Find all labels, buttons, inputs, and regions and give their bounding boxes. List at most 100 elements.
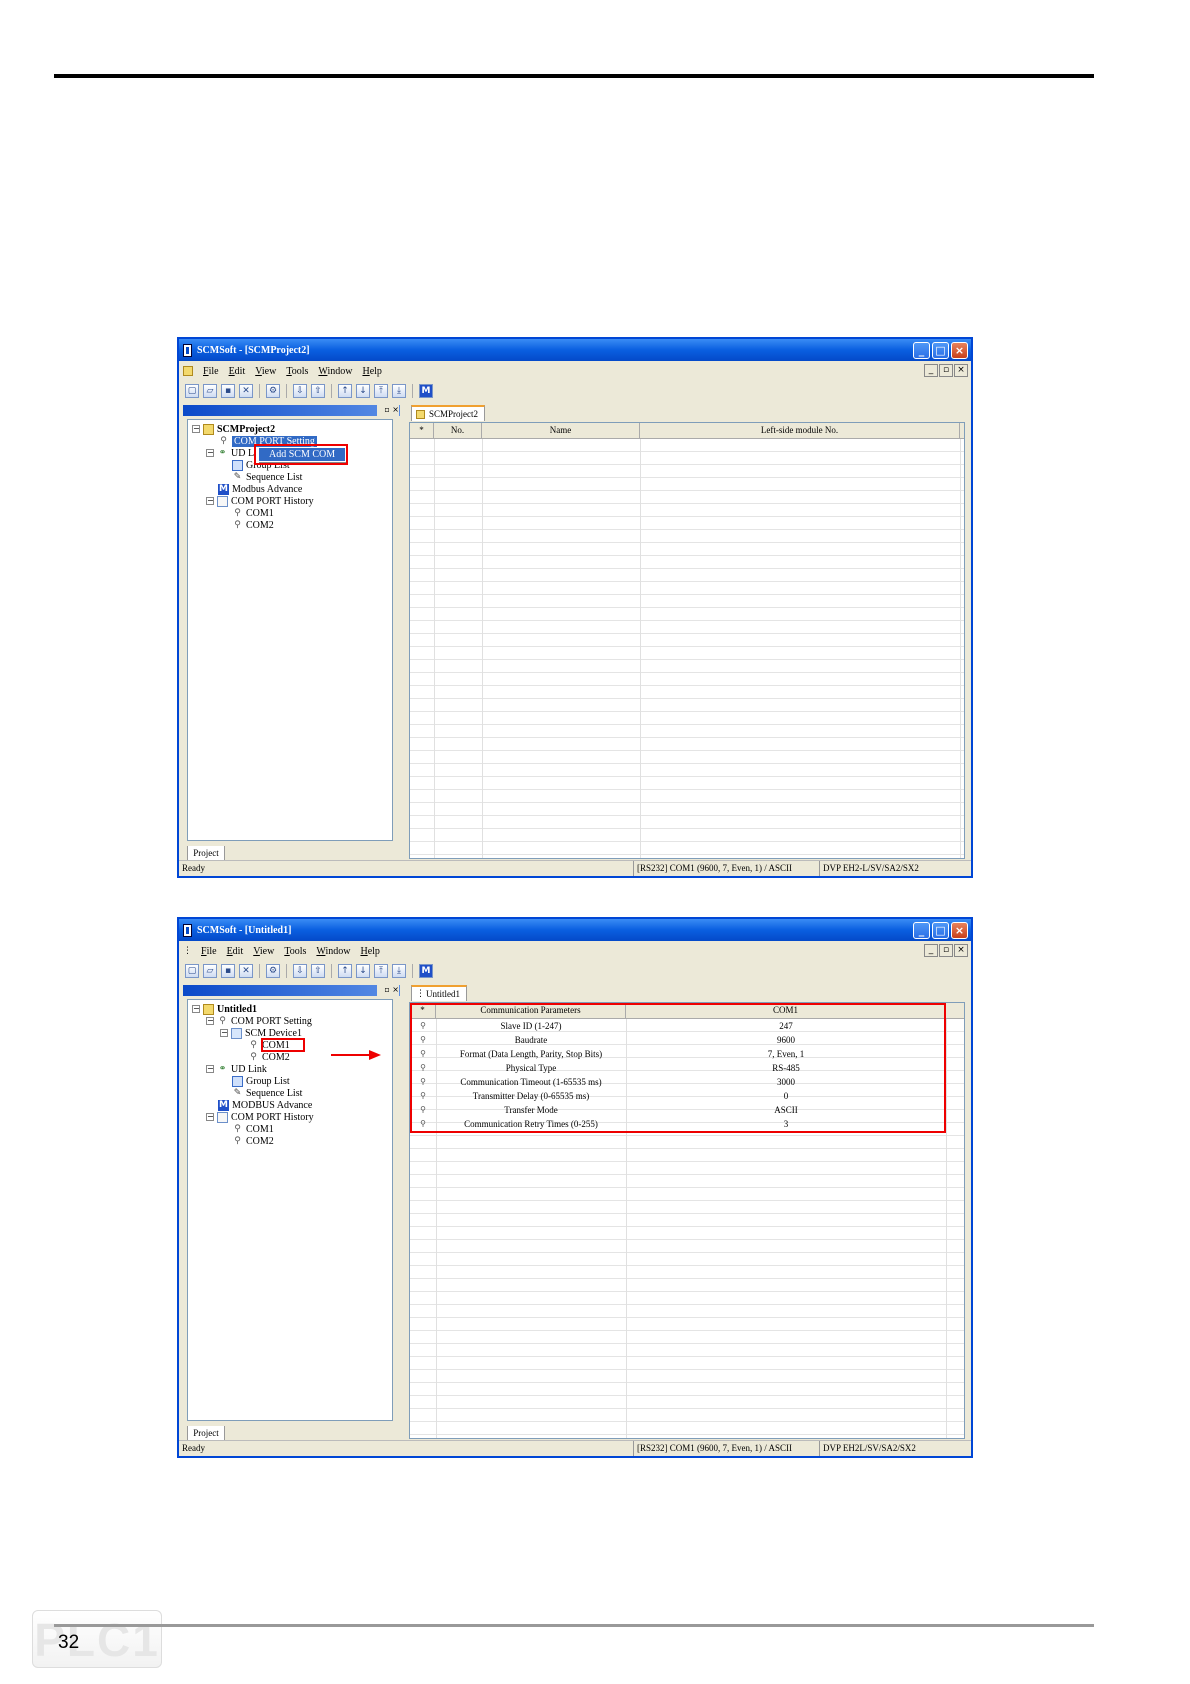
- tree-group-list[interactable]: Group List: [232, 1075, 290, 1087]
- menu-edit[interactable]: Edit: [229, 366, 246, 377]
- pane-close-icon[interactable]: ▫ ×: [377, 405, 399, 416]
- callout-box-com1: [261, 1038, 305, 1052]
- move-bottom-icon[interactable]: ⤓: [392, 963, 406, 978]
- collapse-icon[interactable]: −: [220, 1029, 228, 1037]
- modbus-icon[interactable]: M: [419, 963, 433, 978]
- collapse-icon[interactable]: −: [206, 497, 214, 505]
- move-top-icon[interactable]: ⤒: [374, 963, 388, 978]
- new-icon[interactable]: ▢: [185, 383, 199, 398]
- status-bar: Ready [RS232] COM1 (9600, 7, Even, 1) / …: [179, 1440, 971, 1456]
- new-icon[interactable]: ▢: [185, 963, 199, 978]
- tree-root[interactable]: − SCMProject2: [192, 423, 275, 435]
- save-icon[interactable]: ▪: [221, 383, 235, 398]
- doc-tab[interactable]: SCMProject2: [411, 405, 486, 421]
- tree-history-com1[interactable]: ⚲ COM1: [232, 507, 274, 519]
- save-icon[interactable]: ▪: [221, 963, 235, 978]
- grip-icon: ⋮: [183, 945, 192, 956]
- grip-icon: ⋮: [416, 988, 425, 999]
- pane-close-icon[interactable]: ▫ ×: [377, 985, 399, 996]
- maximize-button[interactable]: □: [932, 342, 949, 359]
- tree-history-com2[interactable]: ⚲ COM2: [232, 519, 274, 531]
- collapse-icon[interactable]: −: [192, 1005, 200, 1013]
- watermark-logo: PLC1: [32, 1610, 162, 1668]
- col-left-side-module: Left-side module No.: [640, 423, 960, 438]
- menu-file[interactable]: File: [201, 946, 217, 957]
- mdi-minimize-button[interactable]: _: [924, 364, 938, 377]
- collapse-icon[interactable]: −: [192, 425, 200, 433]
- menu-window[interactable]: Window: [318, 366, 352, 377]
- modbus-icon[interactable]: M: [419, 383, 433, 398]
- maximize-button[interactable]: □: [932, 922, 949, 939]
- tree-sequence-list[interactable]: ✎ Sequence List: [232, 1087, 303, 1099]
- tree-history-com1[interactable]: ⚲ COM1: [232, 1123, 274, 1135]
- settings-icon[interactable]: ⚙: [266, 963, 280, 978]
- menu-file[interactable]: File: [203, 366, 219, 377]
- mdi-restore-button[interactable]: ▫: [939, 944, 953, 957]
- window-title: SCMSoft - [Untitled1]: [197, 924, 292, 936]
- doc-tab[interactable]: ⋮ Untitled1: [411, 985, 467, 1001]
- status-port: [RS232] COM1 (9600, 7, Even, 1) / ASCII: [633, 861, 792, 876]
- tree-ud-link[interactable]: − ⚭ UD Link: [206, 1063, 267, 1075]
- port-icon: ⚲: [250, 1039, 257, 1050]
- port-icon: ⚲: [234, 1123, 241, 1134]
- mdi-close-button[interactable]: ×: [954, 364, 968, 377]
- collapse-icon[interactable]: −: [206, 1017, 214, 1025]
- close-button[interactable]: ×: [951, 922, 968, 939]
- menu-edit[interactable]: Edit: [227, 946, 244, 957]
- menu-help[interactable]: Help: [362, 366, 381, 377]
- tree-root[interactable]: − Untitled1: [192, 1003, 257, 1015]
- tree-history[interactable]: − COM PORT History: [206, 1111, 314, 1123]
- close-button[interactable]: ×: [951, 342, 968, 359]
- upload-icon[interactable]: ⇧: [311, 963, 325, 978]
- move-top-icon[interactable]: ⤒: [374, 383, 388, 398]
- minimize-button[interactable]: _: [913, 342, 930, 359]
- delete-icon[interactable]: ✕: [239, 963, 253, 978]
- download-icon[interactable]: ⇩: [293, 383, 307, 398]
- tree-history-com2[interactable]: ⚲ COM2: [232, 1135, 274, 1147]
- title-bar[interactable]: SCMSoft - [Untitled1] _ □ ×: [179, 919, 971, 941]
- parameter-grid: * Communication Parameters COM1 ⚲ Slave I…: [409, 1002, 965, 1439]
- settings-icon[interactable]: ⚙: [266, 383, 280, 398]
- open-icon[interactable]: ▱: [203, 383, 217, 398]
- collapse-icon[interactable]: −: [206, 1065, 214, 1073]
- col-no: No.: [434, 423, 482, 438]
- document-pane: ⋮ Untitled1 * Communication Parameters CO…: [405, 985, 971, 1441]
- title-bar[interactable]: SCMSoft - [SCMProject2] _ □ ×: [179, 339, 971, 361]
- app-icon: [183, 343, 192, 357]
- col-name: Name: [482, 423, 640, 438]
- move-bottom-icon[interactable]: ⤓: [392, 383, 406, 398]
- tree-com-port-setting[interactable]: − ⚲ COM PORT Setting: [206, 1015, 312, 1027]
- mdi-close-button[interactable]: ×: [954, 944, 968, 957]
- move-down-icon[interactable]: ↓: [356, 383, 370, 398]
- menu-tools[interactable]: Tools: [286, 366, 308, 377]
- tree-history[interactable]: − COM PORT History: [206, 495, 314, 507]
- minimize-button[interactable]: _: [913, 922, 930, 939]
- move-up-icon[interactable]: ↑: [338, 383, 352, 398]
- open-icon[interactable]: ▱: [203, 963, 217, 978]
- menu-tools[interactable]: Tools: [284, 946, 306, 957]
- download-icon[interactable]: ⇩: [293, 963, 307, 978]
- move-up-icon[interactable]: ↑: [338, 963, 352, 978]
- move-down-icon[interactable]: ↓: [356, 963, 370, 978]
- pane-header: ▫ ×: [183, 985, 400, 996]
- collapse-icon[interactable]: −: [206, 449, 214, 457]
- menu-help[interactable]: Help: [360, 946, 379, 957]
- collapse-icon[interactable]: −: [206, 1113, 214, 1121]
- upload-icon[interactable]: ⇧: [311, 383, 325, 398]
- tree-modbus[interactable]: M Modbus Advance: [218, 483, 302, 495]
- tree-ud-link[interactable]: − ⚭ UD L: [206, 447, 254, 459]
- menu-window[interactable]: Window: [316, 946, 350, 957]
- menu-view[interactable]: View: [255, 366, 276, 377]
- tree-modbus[interactable]: M MODBUS Advance: [218, 1099, 312, 1111]
- menu-view[interactable]: View: [253, 946, 274, 957]
- tree-sequence-list[interactable]: ✎ Sequence List: [232, 471, 303, 483]
- mdi-restore-button[interactable]: ▫: [939, 364, 953, 377]
- mdi-minimize-button[interactable]: _: [924, 944, 938, 957]
- tree-device-com2[interactable]: ⚲ COM2: [248, 1051, 290, 1063]
- tab-project[interactable]: Project: [187, 846, 225, 861]
- tab-project[interactable]: Project: [187, 1426, 225, 1441]
- list-icon: [232, 459, 243, 471]
- grid-body[interactable]: [410, 439, 964, 858]
- delete-icon[interactable]: ✕: [239, 383, 253, 398]
- modbus-icon: M: [218, 1099, 229, 1111]
